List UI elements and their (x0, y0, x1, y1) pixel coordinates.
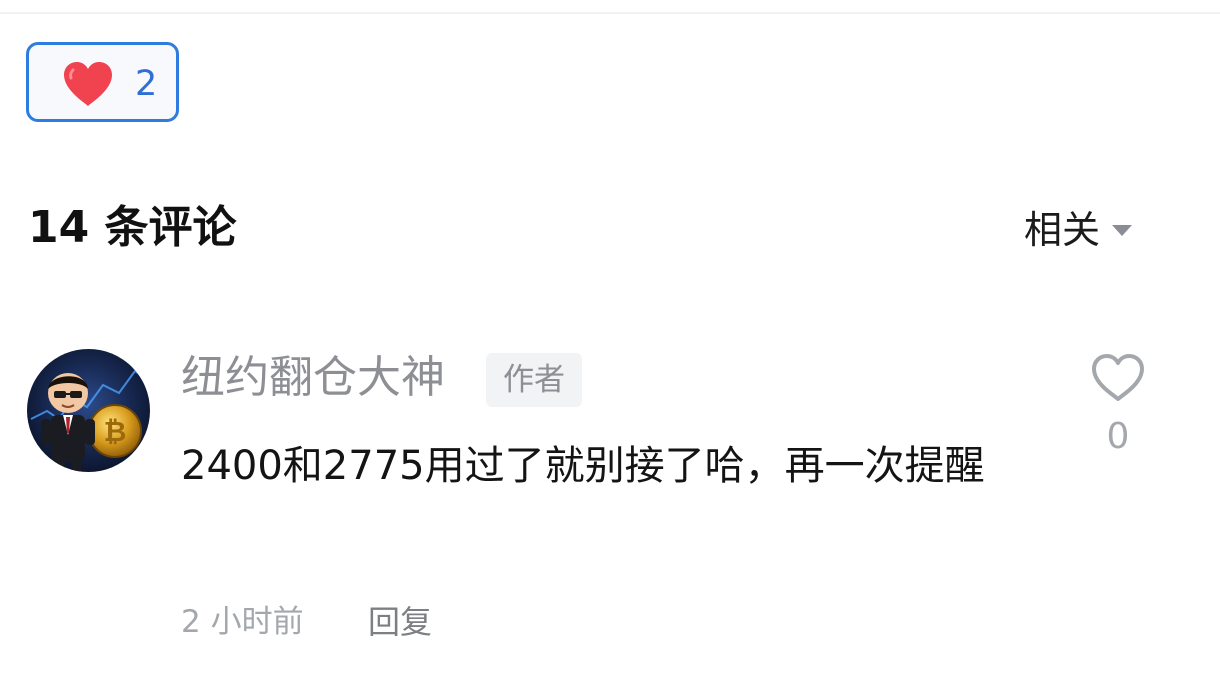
sort-selected-label: 相关 (1024, 208, 1101, 252)
top-divider (0, 12, 1220, 14)
heart-outline-icon[interactable] (1090, 353, 1146, 403)
comment-like-count: 0 (1106, 416, 1130, 457)
heart-icon (64, 62, 112, 106)
comment-text: 2400和2775用过了就别接了哈，再一次提醒 (181, 443, 985, 489)
avatar-image: ₿ (27, 349, 150, 472)
comments-page: 2 14 条评论 相关 ₿ 纽约翻仓大神 作者 2400和2775用过了就别接了… (0, 0, 1220, 691)
comments-count-title: 14 条评论 (28, 202, 237, 253)
avatar[interactable]: ₿ (27, 349, 150, 472)
like-button[interactable]: 2 (26, 42, 179, 122)
author-badge: 作者 (486, 353, 582, 407)
comment-author-name[interactable]: 纽约翻仓大神 (181, 347, 445, 409)
svg-text:₿: ₿ (104, 415, 127, 448)
sort-dropdown[interactable]: 相关 (1024, 203, 1133, 257)
reply-button[interactable]: 回复 (368, 598, 432, 646)
caret-down-icon (1112, 224, 1133, 236)
comment-timestamp: 2 小时前 (181, 604, 304, 640)
like-count: 2 (135, 64, 158, 104)
